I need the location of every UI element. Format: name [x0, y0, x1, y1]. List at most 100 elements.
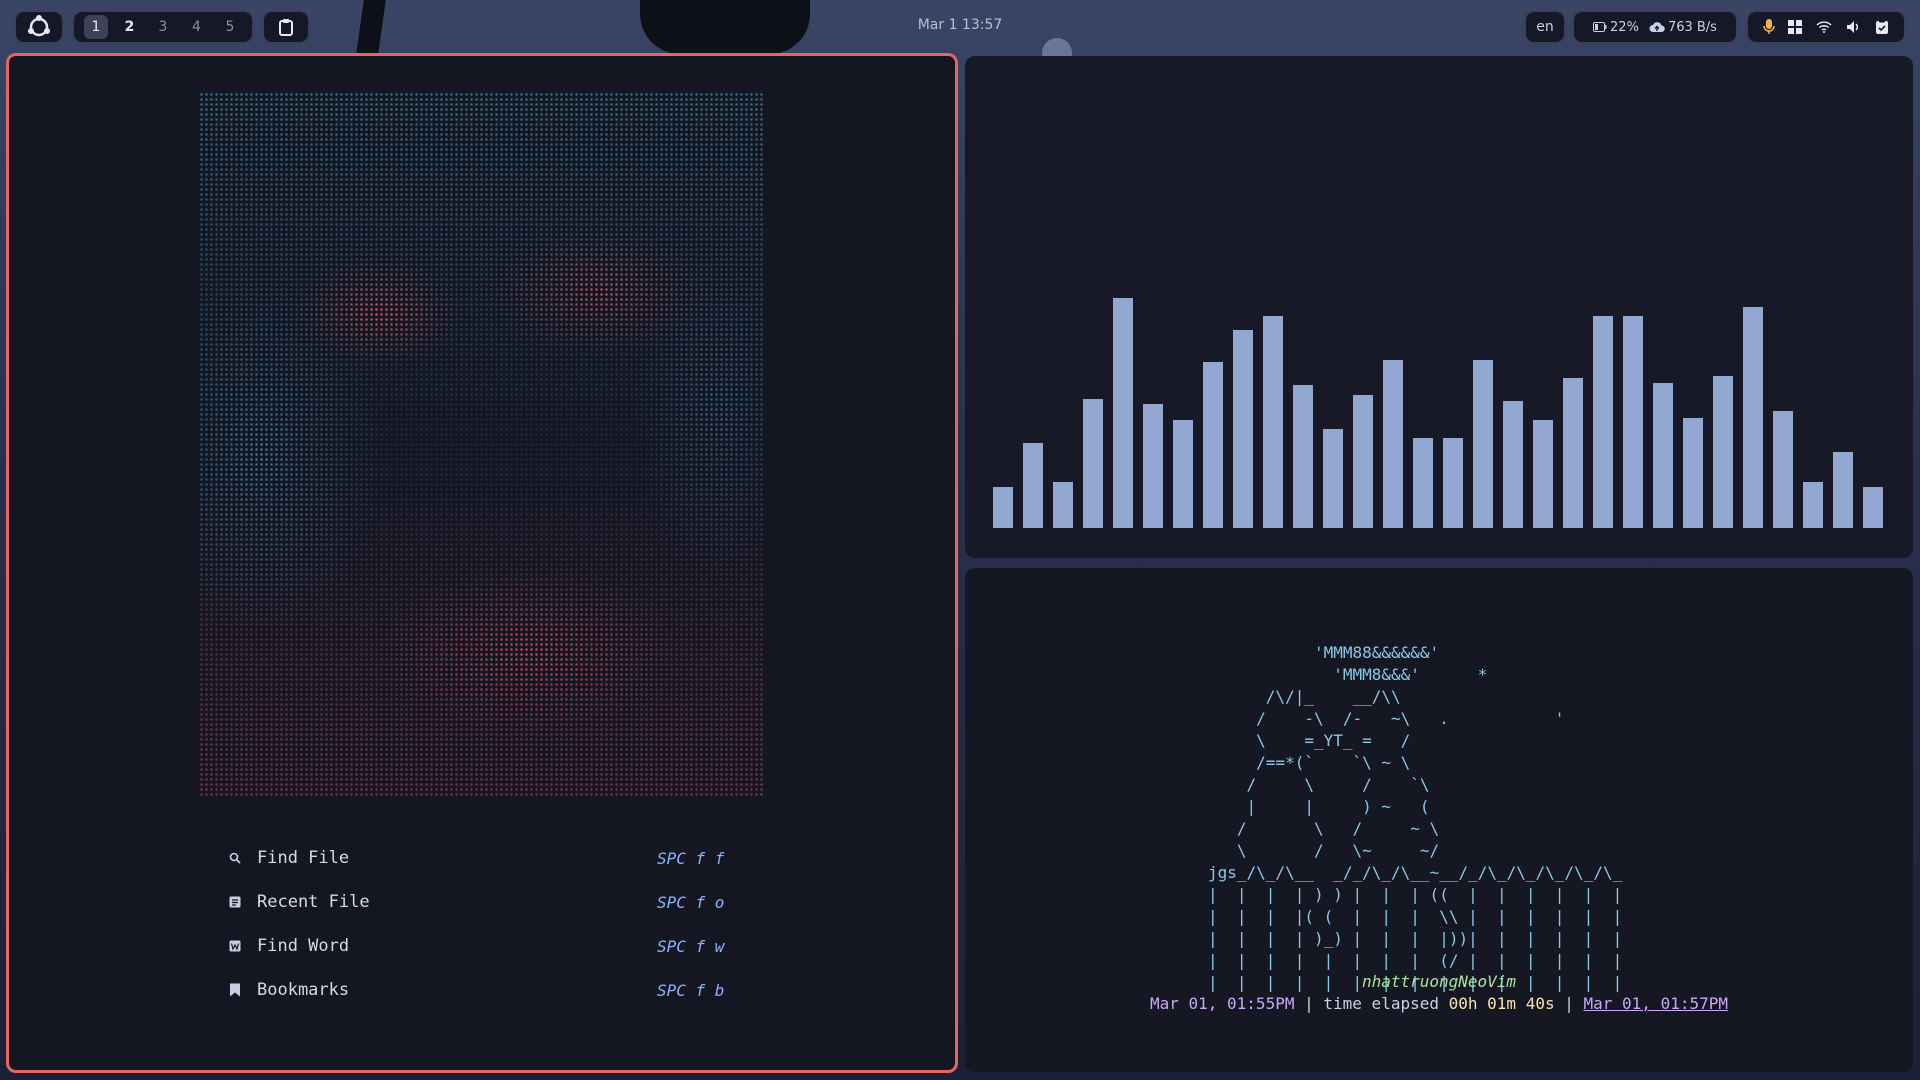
network-stat: 763 B/s: [1649, 20, 1717, 35]
workspace-switcher: 1 2 3 4 5: [72, 10, 254, 44]
visualizer-bar: [1503, 401, 1523, 528]
ascii-art-window[interactable]: 'MMM88&&&&&&' 'MMM8&&&' * /\/|_ __/\\ / …: [965, 568, 1913, 1072]
ascii-line: | | ) ~ (: [1208, 797, 1430, 816]
keyboard-layout[interactable]: en: [1524, 10, 1566, 44]
dashboard-item-label: Find Word: [257, 936, 350, 956]
workspace-4[interactable]: 4: [185, 15, 209, 39]
visualizer-bar: [1713, 376, 1733, 528]
visualizer-bar: [993, 487, 1013, 528]
workspace-5[interactable]: 5: [218, 15, 242, 39]
ascii-art: 'MMM88&&&&&&' 'MMM8&&&' * /\/|_ __/\\ / …: [965, 598, 1913, 992]
clipboard-check-icon[interactable]: [1875, 19, 1889, 35]
visualizer-bar: [1233, 330, 1253, 528]
neovim-window[interactable]: ​Find File SPC f f Recent File SPC f o F…: [6, 53, 958, 1073]
visualizer-bar: [1773, 411, 1793, 528]
dashboard-item-label: Recent File: [257, 892, 370, 912]
ascii-line: \ =_YT_ = /: [1208, 731, 1411, 750]
dashboard-item-key: SPC f f: [657, 848, 725, 868]
ascii-line: 'MMM8&&&' *: [1208, 665, 1488, 684]
visualizer-bar: [1083, 399, 1103, 528]
dashboard-item-key: SPC f o: [657, 892, 725, 912]
ascii-line: /\/|_ __/\\: [1208, 687, 1401, 706]
dashboard-item-bookmarks[interactable]: Bookmarks SPC f b: [227, 968, 747, 1012]
visualizer-bar: [1533, 420, 1553, 528]
visualizer-bar: [1683, 418, 1703, 528]
clipboard-icon: [279, 19, 293, 36]
visualizer-bar: [1143, 404, 1163, 528]
microphone-icon[interactable]: [1763, 19, 1775, 35]
visualizer-bar: [1473, 360, 1493, 528]
audio-visualizer-window[interactable]: [965, 56, 1913, 558]
file-icon: [227, 894, 243, 910]
dashboard-item-recent-file[interactable]: Recent File SPC f o: [227, 880, 747, 924]
ascii-portrait-image: [199, 92, 765, 796]
visualizer-bar: [1623, 316, 1643, 528]
workspace-2[interactable]: 2: [118, 15, 142, 39]
ascii-line: / \ / ~ \: [1208, 819, 1440, 838]
clipboard-button[interactable]: [262, 10, 310, 44]
workspace-3[interactable]: 3: [151, 15, 175, 39]
distro-logo-icon: [28, 15, 50, 37]
battery-icon: [1593, 22, 1607, 32]
visualizer-bar: [1803, 482, 1823, 528]
author-name: nhattruongNeoVim: [1361, 972, 1517, 991]
ascii-line: /==*(` `\ ~ \: [1208, 753, 1411, 772]
dashboard-item-key: SPC f w: [657, 936, 725, 956]
visualizer-bar: [1443, 438, 1463, 528]
visualizer-bar: [1113, 298, 1133, 528]
ascii-line: / -\ /- ~\ . ': [1208, 709, 1565, 728]
ascii-line: jgs_/\_/\__ _/_/\_/\__~__/_/\_/\_/\_/\_/…: [1208, 863, 1623, 882]
volume-icon[interactable]: [1846, 20, 1862, 34]
system-tray: [1746, 10, 1906, 44]
audio-visualizer: [993, 56, 1893, 528]
system-stats[interactable]: 22% 763 B/s: [1572, 10, 1738, 44]
dashboard-item-label: Bookmarks: [257, 980, 350, 1000]
find-file-label: Find File: [257, 848, 350, 868]
ascii-line: / \ / `\: [1208, 775, 1430, 794]
visualizer-bar: [1593, 316, 1613, 528]
cloud-upload-icon: [1649, 22, 1665, 32]
ascii-line: \ / \~ ~/: [1208, 841, 1440, 860]
visualizer-bar: [1053, 482, 1073, 528]
battery-percent: 22%: [1610, 19, 1639, 35]
wifi-icon[interactable]: [1816, 21, 1832, 33]
visualizer-bar: [1293, 385, 1313, 528]
ascii-line: 'MMM88&&&&&&': [1208, 643, 1440, 662]
visualizer-bar: [1263, 316, 1283, 528]
visualizer-bar: [1023, 443, 1043, 528]
visualizer-bar: [1353, 395, 1373, 528]
workspace-1[interactable]: 1: [84, 15, 108, 39]
visualizer-bar: [1203, 362, 1223, 528]
time-footer: Mar 01, 01:55PM | time elapsed 00h 01m 4…: [965, 994, 1913, 1013]
end-time[interactable]: Mar 01, 01:57PM: [1584, 994, 1729, 1013]
visualizer-bar: [1173, 420, 1193, 528]
ascii-line: | | | | ) ) | | | (( | | | | | |: [1208, 885, 1623, 904]
visualizer-bar: [1833, 452, 1853, 528]
launcher-button[interactable]: [14, 10, 64, 44]
clock[interactable]: Mar 1 13:57: [900, 17, 1020, 33]
grid-icon[interactable]: [1788, 20, 1803, 34]
ascii-art-lines: 'MMM88&&&&&&' 'MMM8&&&' * /\/|_ __/\\ / …: [1208, 642, 1622, 994]
network-speed: 763 B/s: [1667, 19, 1717, 35]
visualizer-bar: [1653, 383, 1673, 528]
dashboard-item-find-file[interactable]: ​Find File SPC f f: [227, 836, 747, 880]
visualizer-bar: [1383, 360, 1403, 528]
dashboard-item-find-word[interactable]: Find Word SPC f w: [227, 924, 747, 968]
dashboard-item-key: SPC f b: [657, 980, 725, 1000]
bookmark-icon: [227, 982, 243, 998]
elapsed-label: time elapsed: [1323, 994, 1439, 1013]
dashboard-item-label: ​Find File: [257, 848, 657, 868]
visualizer-bar: [1413, 438, 1433, 528]
elapsed-time: 00h 01m 40s: [1448, 994, 1555, 1013]
word-icon: [227, 938, 243, 954]
battery-stat: 22%: [1593, 20, 1639, 35]
visualizer-bar: [1863, 487, 1883, 528]
ascii-line: | | | | | | | | (/ | | | | | |: [1208, 951, 1623, 970]
separator: |: [1564, 994, 1574, 1013]
separator: |: [1304, 994, 1314, 1013]
dashboard-menu: ​Find File SPC f f Recent File SPC f o F…: [227, 836, 747, 1012]
visualizer-bar: [1743, 307, 1763, 528]
ascii-line: | | | | )_) | | | |))| | | | | |: [1208, 929, 1623, 948]
visualizer-bar: [1563, 378, 1583, 528]
search-icon: [227, 850, 243, 866]
